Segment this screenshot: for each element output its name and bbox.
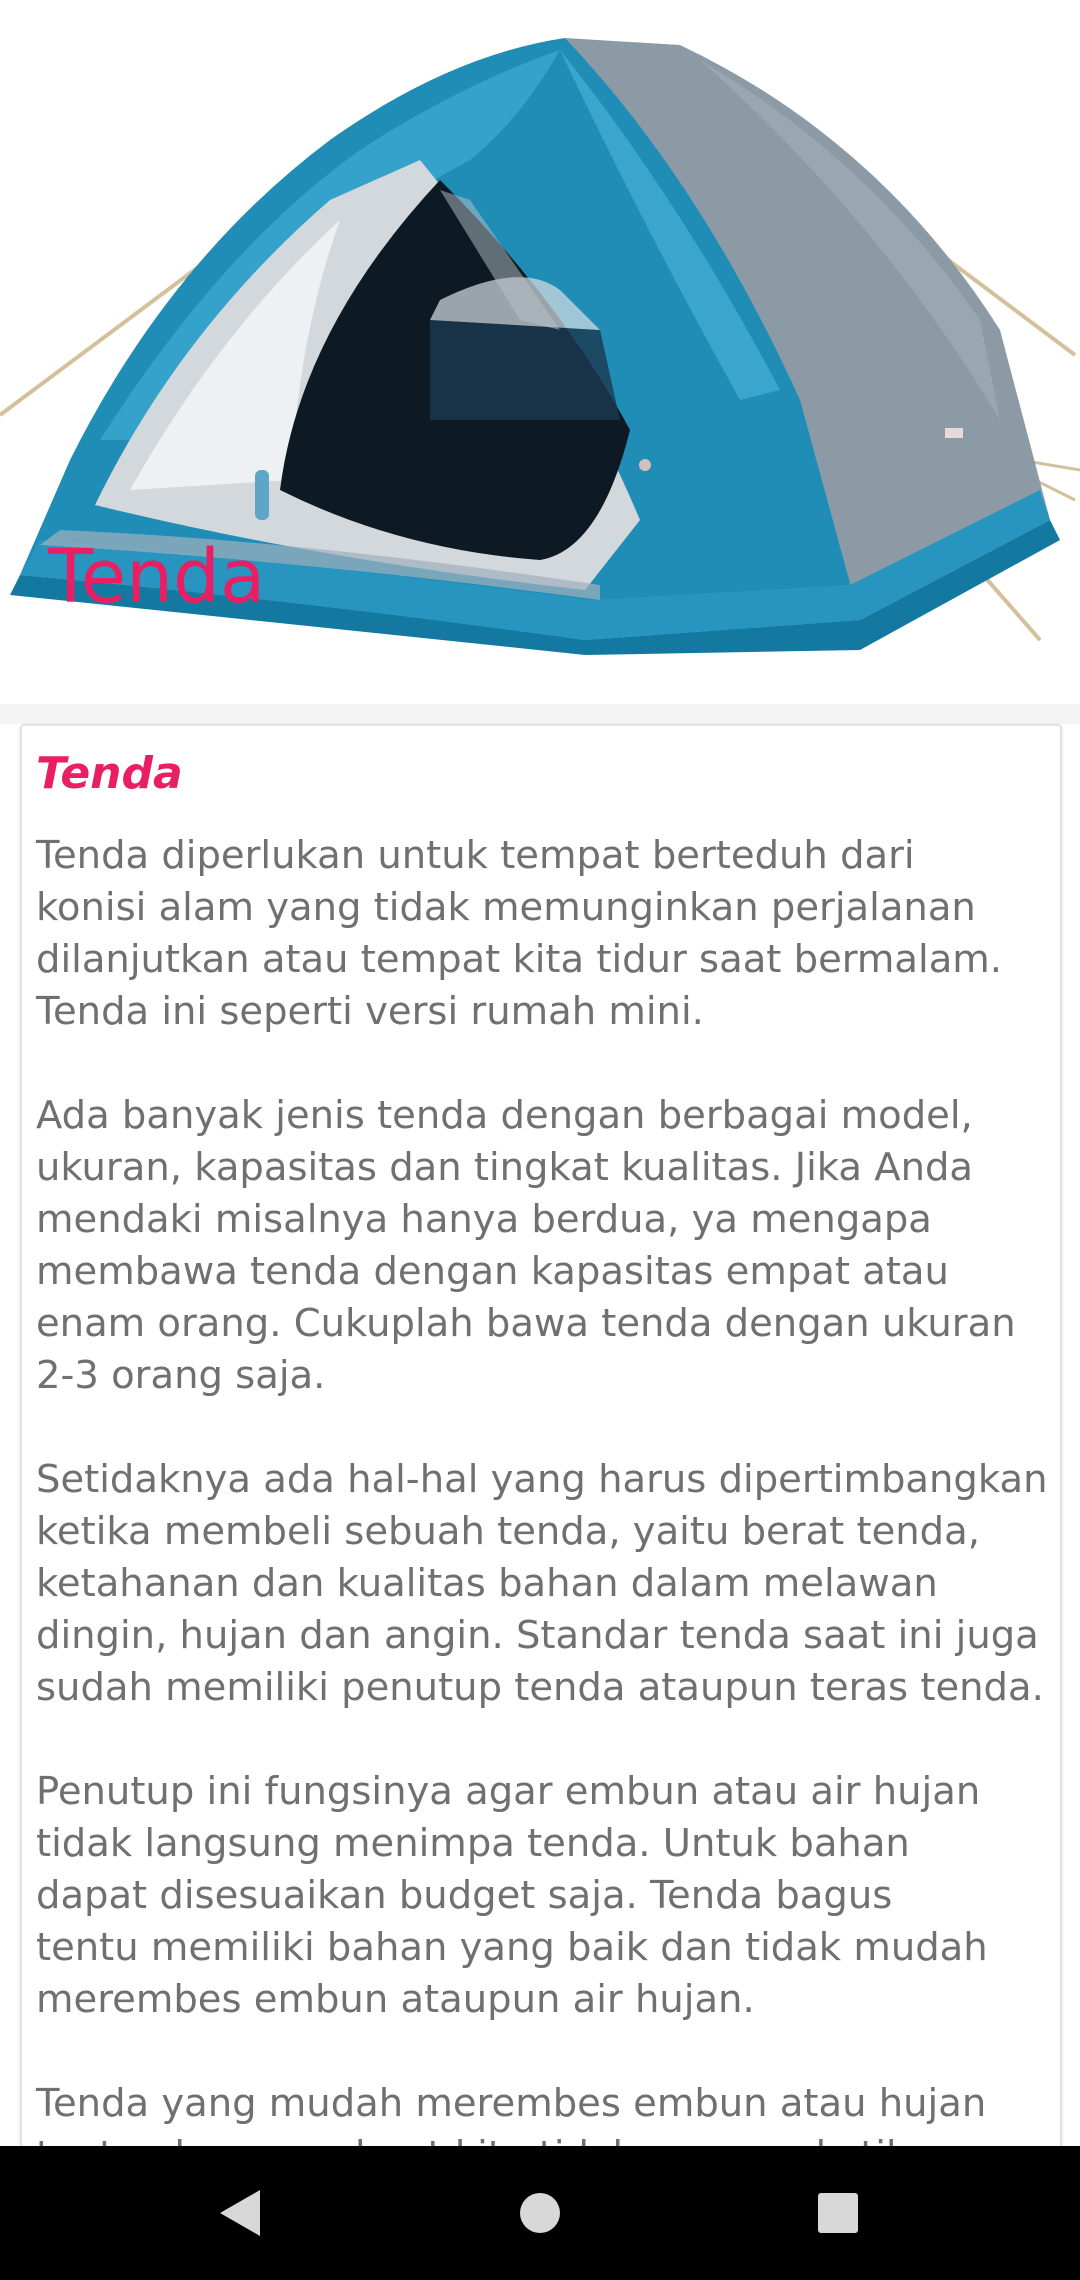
home-circle-icon: [520, 2193, 560, 2233]
hero-header: Tenda: [0, 0, 1080, 704]
article-paragraph: Tenda diperlukan untuk tempat berteduh d…: [36, 833, 1003, 1034]
article-screen: Tenda Tenda Tenda diperlukan untuk tempa…: [0, 0, 1080, 2280]
article-title: Tenda: [36, 748, 183, 799]
article-paragraph: Ada banyak jenis tenda dengan berbagai m…: [36, 1093, 1016, 1398]
article-paragraph: Tenda yang mudah merembes embun atau huj…: [36, 2081, 987, 2146]
article-body: Tenda diperlukan untuk tempat berteduh d…: [36, 830, 1060, 2146]
article-card[interactable]: Tenda Tenda diperlukan untuk tempat bert…: [20, 724, 1062, 2148]
hero-title: Tenda: [48, 534, 266, 620]
system-navigation-bar: [0, 2146, 1080, 2280]
recent-square-icon: [818, 2193, 858, 2233]
article-paragraph: Setidaknya ada hal-hal yang harus dipert…: [36, 1457, 1048, 1710]
recent-apps-button[interactable]: [758, 2146, 918, 2280]
back-triangle-icon: [220, 2190, 260, 2236]
back-button[interactable]: [160, 2146, 320, 2280]
article-paragraph: Penutup ini fungsinya agar embun atau ai…: [36, 1769, 988, 2022]
content-gap: [0, 704, 1080, 724]
home-button[interactable]: [460, 2146, 620, 2280]
